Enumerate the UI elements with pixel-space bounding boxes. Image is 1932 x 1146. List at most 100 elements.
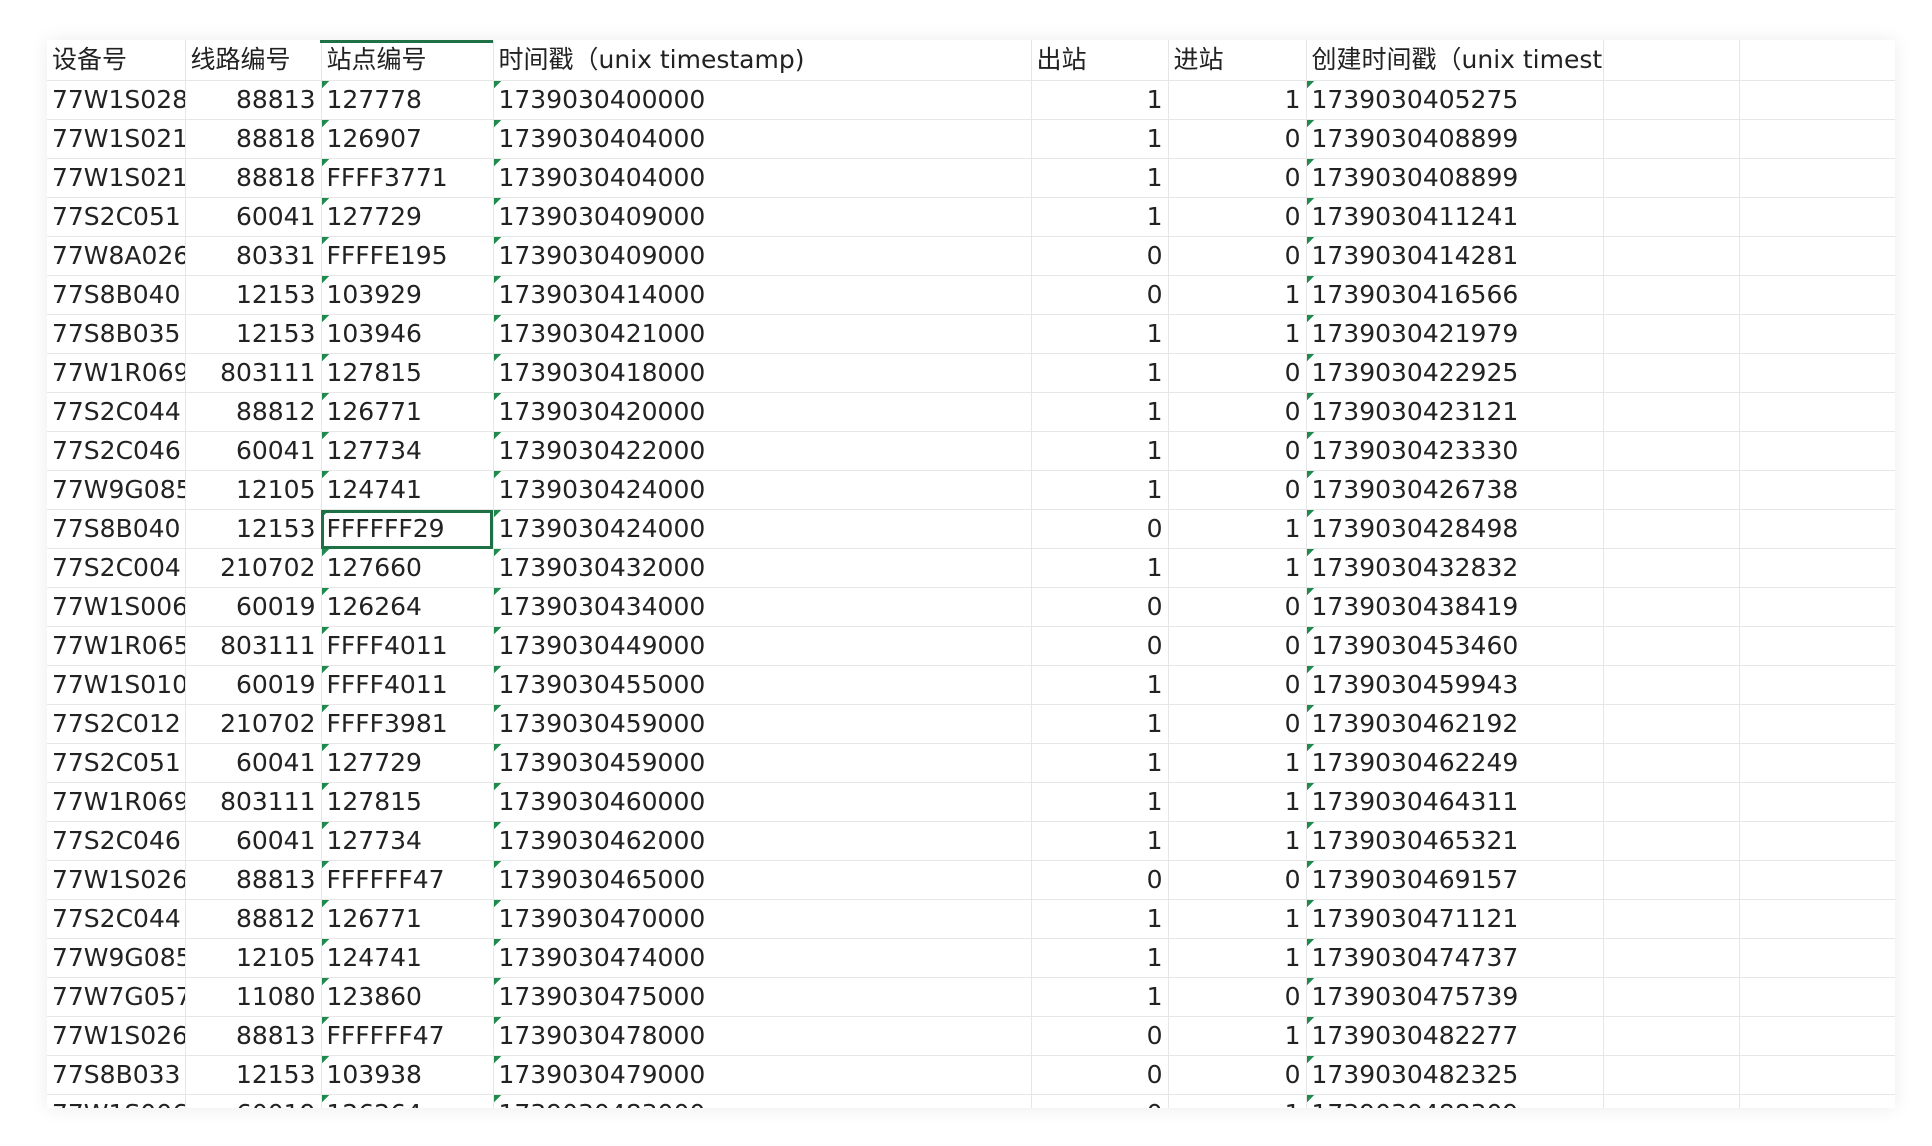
table-cell[interactable]: 0: [1168, 704, 1307, 744]
table-cell[interactable]: 0: [1031, 860, 1169, 900]
table-cell[interactable]: 1: [1168, 548, 1307, 588]
table-cell[interactable]: 77W9G085: [47, 470, 186, 510]
table-cell[interactable]: [1739, 470, 1895, 510]
table-cell[interactable]: 77W1S006: [47, 1094, 186, 1108]
table-cell[interactable]: 80331: [185, 236, 322, 276]
table-cell[interactable]: 1739030449000: [493, 626, 1032, 666]
table-cell[interactable]: 0: [1031, 275, 1169, 315]
table-cell[interactable]: [1603, 353, 1740, 393]
table-cell[interactable]: 1739030404000: [493, 158, 1032, 198]
table-cell[interactable]: [1739, 1016, 1895, 1056]
table-cell[interactable]: 0: [1168, 587, 1307, 627]
table-cell[interactable]: 1: [1031, 80, 1169, 120]
table-cell[interactable]: 1739030469157: [1306, 860, 1604, 900]
table-cell[interactable]: 127734: [321, 821, 494, 861]
table-cell[interactable]: 1: [1031, 977, 1169, 1017]
table-cell[interactable]: 1: [1031, 314, 1169, 354]
table-cell[interactable]: 77S8B040: [47, 509, 186, 549]
table-cell[interactable]: 88812: [185, 392, 322, 432]
table-cell[interactable]: 1739030465321: [1306, 821, 1604, 861]
table-cell[interactable]: 60019: [185, 665, 322, 705]
table-cell[interactable]: 0: [1031, 1016, 1169, 1056]
table-cell[interactable]: 1739030462192: [1306, 704, 1604, 744]
table-cell[interactable]: [1603, 158, 1740, 198]
table-cell[interactable]: [1603, 509, 1740, 549]
table-cell[interactable]: 1: [1031, 392, 1169, 432]
table-cell[interactable]: 1739030432000: [493, 548, 1032, 588]
table-cell[interactable]: 0: [1031, 587, 1169, 627]
table-cell[interactable]: 0: [1168, 158, 1307, 198]
table-cell[interactable]: [1739, 704, 1895, 744]
table-cell[interactable]: 77S2C044: [47, 899, 186, 939]
table-cell[interactable]: 77S8B033: [47, 1055, 186, 1095]
table-cell[interactable]: 126264: [321, 587, 494, 627]
table-cell[interactable]: 1739030462249: [1306, 743, 1604, 783]
table-cell[interactable]: 210702: [185, 548, 322, 588]
column-header-5[interactable]: 进站: [1168, 40, 1307, 81]
table-cell[interactable]: [1739, 509, 1895, 549]
table-cell[interactable]: 60041: [185, 197, 322, 237]
table-cell[interactable]: 1739030422925: [1306, 353, 1604, 393]
table-cell[interactable]: 1: [1168, 1094, 1307, 1108]
table-cell[interactable]: [1739, 197, 1895, 237]
table-cell[interactable]: [1603, 236, 1740, 276]
table-cell[interactable]: [1739, 587, 1895, 627]
table-cell[interactable]: 0: [1168, 392, 1307, 432]
table-cell[interactable]: 1: [1168, 938, 1307, 978]
table-cell[interactable]: 88813: [185, 1016, 322, 1056]
table-cell[interactable]: [1739, 548, 1895, 588]
table-cell[interactable]: 1739030424000: [493, 470, 1032, 510]
table-cell[interactable]: 12105: [185, 470, 322, 510]
table-cell[interactable]: 1: [1168, 899, 1307, 939]
table-cell[interactable]: 1739030453460: [1306, 626, 1604, 666]
table-cell[interactable]: 1: [1031, 431, 1169, 471]
table-cell[interactable]: [1739, 314, 1895, 354]
table-cell[interactable]: [1739, 1055, 1895, 1095]
table-cell[interactable]: 88813: [185, 80, 322, 120]
table-cell[interactable]: 103929: [321, 275, 494, 315]
table-cell[interactable]: 127729: [321, 743, 494, 783]
table-cell[interactable]: 0: [1168, 1055, 1307, 1095]
table-cell[interactable]: 1739030416566: [1306, 275, 1604, 315]
table-cell[interactable]: 77W8A026: [47, 236, 186, 276]
table-cell[interactable]: 1: [1168, 275, 1307, 315]
table-cell[interactable]: 1: [1031, 470, 1169, 510]
table-cell[interactable]: 77W1S021: [47, 158, 186, 198]
table-cell[interactable]: 1739030414281: [1306, 236, 1604, 276]
table-cell[interactable]: 77W7G057: [47, 977, 186, 1017]
table-cell[interactable]: 1: [1168, 821, 1307, 861]
table-cell[interactable]: 127734: [321, 431, 494, 471]
table-cell[interactable]: 1: [1031, 743, 1169, 783]
table-cell[interactable]: 1: [1168, 509, 1307, 549]
table-cell[interactable]: 1739030424000: [493, 509, 1032, 549]
table-cell[interactable]: [1739, 977, 1895, 1017]
table-cell[interactable]: 1: [1168, 1016, 1307, 1056]
table-cell[interactable]: [1739, 275, 1895, 315]
table-cell[interactable]: [1603, 821, 1740, 861]
table-cell[interactable]: [1739, 236, 1895, 276]
table-cell[interactable]: [1603, 119, 1740, 159]
column-header-8[interactable]: [1739, 40, 1895, 81]
table-cell[interactable]: [1603, 80, 1740, 120]
table-cell[interactable]: 103938: [321, 1055, 494, 1095]
table-cell[interactable]: 1739030400000: [493, 80, 1032, 120]
table-cell[interactable]: 127815: [321, 353, 494, 393]
table-cell[interactable]: 1739030471121: [1306, 899, 1604, 939]
table-cell[interactable]: 1739030482325: [1306, 1055, 1604, 1095]
table-cell[interactable]: 124741: [321, 470, 494, 510]
table-cell[interactable]: 88812: [185, 899, 322, 939]
table-cell[interactable]: 0: [1168, 977, 1307, 1017]
table-cell[interactable]: [1603, 1094, 1740, 1108]
table-cell[interactable]: 0: [1168, 431, 1307, 471]
table-cell[interactable]: [1603, 782, 1740, 822]
table-cell[interactable]: 77S8B035: [47, 314, 186, 354]
table-cell[interactable]: 1739030423121: [1306, 392, 1604, 432]
table-cell[interactable]: 77S2C046: [47, 431, 186, 471]
table-cell[interactable]: [1603, 275, 1740, 315]
table-cell[interactable]: 103946: [321, 314, 494, 354]
table-cell[interactable]: 77S2C012: [47, 704, 186, 744]
table-cell[interactable]: 60041: [185, 743, 322, 783]
table-cell[interactable]: 77W1S026: [47, 860, 186, 900]
column-header-6[interactable]: 创建时间戳（unix timestamp): [1306, 40, 1604, 81]
table-cell[interactable]: [1603, 704, 1740, 744]
